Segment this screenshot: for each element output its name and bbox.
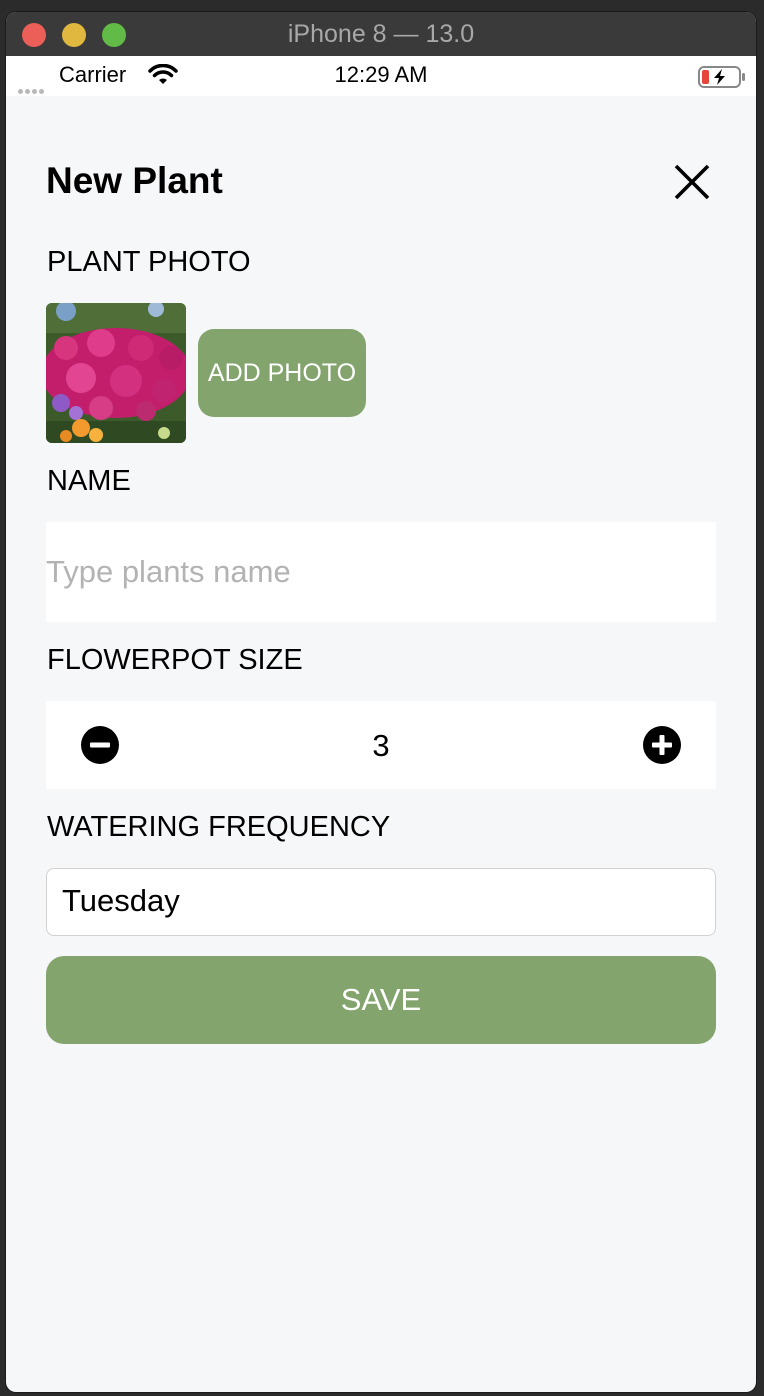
watering-frequency-label: WATERING FREQUENCY: [47, 811, 391, 843]
add-photo-button[interactable]: ADD PHOTO: [198, 329, 366, 417]
save-button[interactable]: SAVE: [46, 956, 716, 1044]
flowerpot-size-label: FLOWERPOT SIZE: [47, 644, 303, 676]
plant-photo-thumbnail: [46, 303, 186, 443]
name-label: NAME: [47, 465, 131, 497]
simulator-window: iPhone 8 — 13.0 Carrier 12:29 AM New Pla…: [6, 12, 756, 1392]
plant-photo-label: PLANT PHOTO: [47, 246, 251, 278]
status-bar: Carrier 12:29 AM: [6, 56, 756, 96]
window-title: iPhone 8 — 13.0: [287, 20, 475, 48]
watering-frequency-select[interactable]: Tuesday: [46, 868, 716, 936]
page-title: New Plant: [46, 160, 223, 201]
plant-name-input[interactable]: [46, 522, 716, 622]
battery-charging-icon: [698, 66, 745, 88]
new-plant-screen: New Plant PLANT PHOTO ADD PHOTO NAME Typ…: [6, 96, 756, 1392]
flowerpot-size-stepper: 3: [46, 701, 716, 789]
flowerpot-size-value: 3: [372, 728, 390, 763]
close-icon[interactable]: [670, 160, 714, 204]
plus-circle-icon[interactable]: [642, 725, 682, 765]
title-bar: iPhone 8 — 13.0: [6, 12, 756, 57]
status-time: 12:29 AM: [334, 62, 428, 87]
